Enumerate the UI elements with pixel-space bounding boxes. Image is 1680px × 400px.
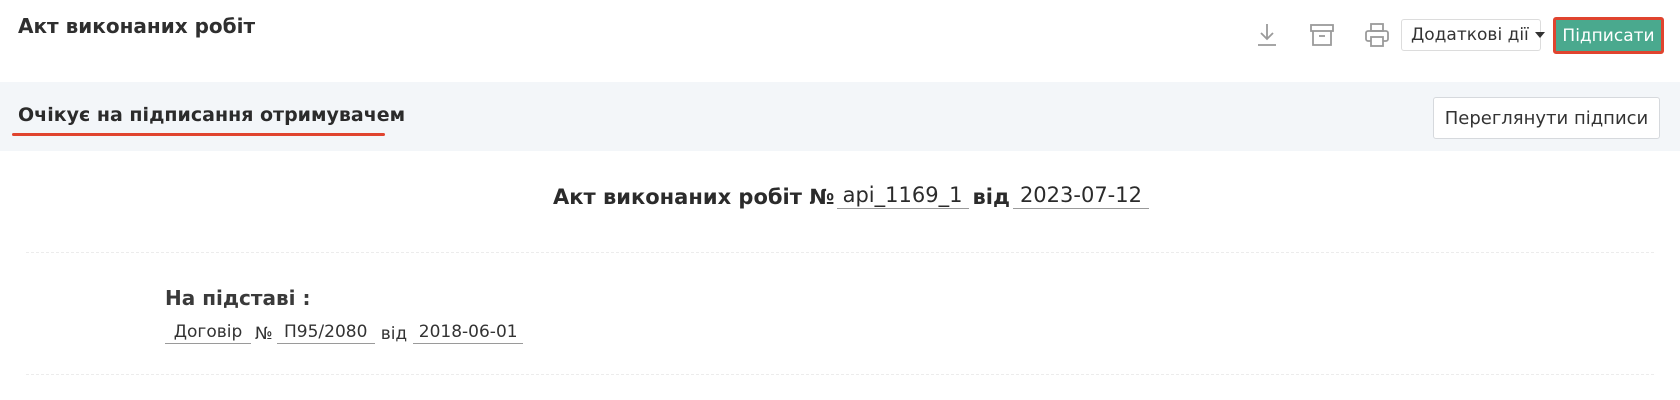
basis-doc-type: Договір [165,322,251,344]
more-actions-label: Додаткові дії [1411,25,1529,45]
divider-top [26,252,1654,253]
status-text: Очікує на підписання отримувачем [18,104,406,126]
basis-label: На підставі : [165,286,311,310]
basis-row: Договір № П95/2080 від 2018-06-01 [165,322,524,344]
page-header: Акт виконаних робіт Додаткові дії Підпис… [0,0,1680,82]
status-band: Очікує на підписання отримувачем Перегля… [0,82,1680,151]
document-number: api_1169_1 [836,183,969,209]
basis-number: П95/2080 [276,322,375,344]
basis-date: 2018-06-01 [413,322,524,344]
divider-bottom [26,374,1654,375]
page-title: Акт виконаних робіт [18,14,256,38]
document-title-row: Акт виконаних робіт № api_1169_1 від 202… [0,183,1680,215]
caret-down-icon [1534,32,1545,38]
basis-number-sign: № [255,324,273,344]
archive-icon[interactable] [1307,20,1337,50]
document-title-label: Акт виконаних робіт № [553,185,835,209]
document-date: 2023-07-12 [1012,183,1149,209]
document-from-label: від [972,185,1010,209]
print-icon[interactable] [1362,20,1392,50]
sign-button[interactable]: Підписати [1553,17,1664,54]
download-icon[interactable] [1252,20,1282,50]
basis-from-label: від [380,324,408,344]
view-signatures-button[interactable]: Переглянути підписи [1433,97,1660,139]
more-actions-dropdown[interactable]: Додаткові дії [1401,19,1545,51]
status-underline [12,133,385,136]
